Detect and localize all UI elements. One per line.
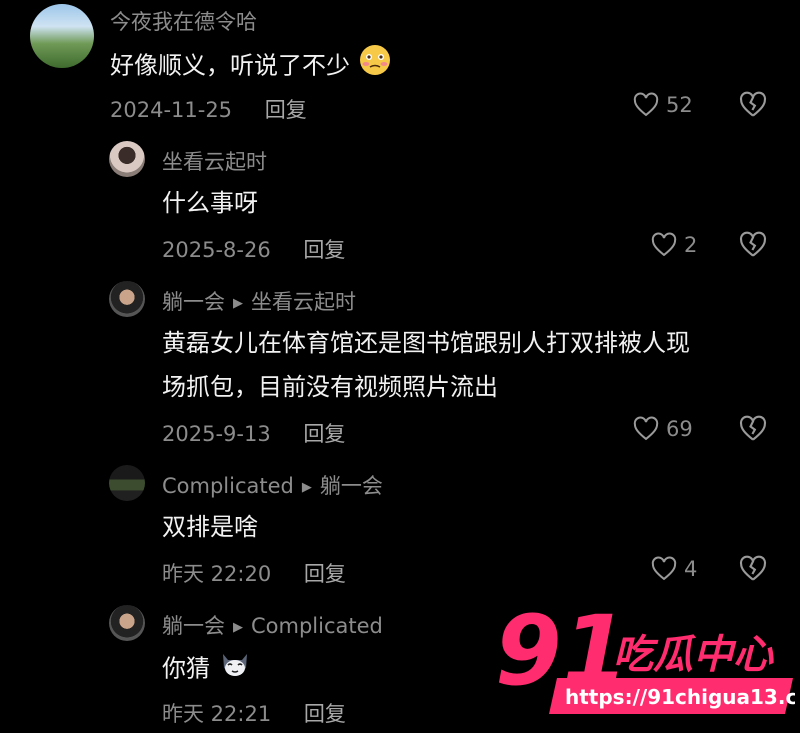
comment-text: 双排是啥	[162, 513, 258, 541]
comment-text-line-1: 黄磊女儿在体育馆还是图书馆跟别人打双排被人现	[162, 329, 690, 357]
like-count: 4	[684, 557, 698, 581]
username-row: Complicated ▶ 躺一会	[162, 470, 383, 500]
comment-date: 昨天 22:20	[162, 562, 272, 586]
like-button[interactable]: 69	[632, 415, 693, 443]
username[interactable]: Complicated	[162, 474, 294, 498]
watermark: 91 吃瓜中心 https://91chigua13.com	[495, 595, 800, 726]
heart-icon	[651, 556, 677, 581]
avatar[interactable]	[30, 4, 94, 68]
comment-meta: 昨天 22:20 回复	[162, 558, 346, 588]
username[interactable]: 坐看云起时	[162, 146, 267, 176]
username[interactable]: 躺一会	[162, 290, 225, 314]
comment-meta: 2024-11-25 回复	[110, 94, 307, 124]
like-button[interactable]: 4	[650, 555, 697, 583]
heart-icon	[651, 232, 677, 257]
comment-date: 2025-9-13	[162, 422, 271, 446]
cat-face-emoji-icon	[218, 646, 252, 693]
username[interactable]: 今夜我在德令哈	[110, 6, 257, 36]
reply-arrow-icon: ▶	[233, 295, 243, 311]
reply-arrow-icon: ▶	[233, 619, 243, 635]
comment-text-line-2: 场抓包，目前没有视频照片流出	[162, 373, 498, 401]
comment-meta: 2025-8-26 回复	[162, 234, 345, 264]
comment-text: 你猜	[162, 646, 252, 693]
reply-button[interactable]: 回复	[303, 238, 345, 262]
reply-button[interactable]: 回复	[265, 98, 307, 122]
like-count: 52	[666, 93, 693, 117]
comment-text-content: 好像顺义，听说了不少	[110, 51, 350, 80]
dislike-button[interactable]	[738, 414, 768, 448]
watermark-url: https://91chigua13.com	[565, 685, 795, 709]
dislike-button[interactable]	[738, 230, 768, 264]
like-count: 2	[684, 233, 698, 257]
reply-to-username[interactable]: 坐看云起时	[251, 290, 356, 314]
comment-date: 2024-11-25	[110, 98, 233, 122]
reply-button[interactable]: 回复	[303, 422, 345, 446]
reply-to-username[interactable]: 躺一会	[320, 474, 383, 498]
broken-heart-icon	[739, 91, 767, 117]
comment-text: 什么事呀	[162, 189, 258, 217]
heart-icon	[633, 416, 659, 441]
avatar[interactable]	[109, 465, 145, 501]
comment-date: 2025-8-26	[162, 238, 271, 262]
comment-text-content: 你猜	[162, 654, 210, 683]
reply-button[interactable]: 回复	[304, 562, 346, 586]
username-row: 躺一会 ▶ 坐看云起时	[162, 286, 356, 316]
username-row: 躺一会 ▶ Complicated	[162, 610, 383, 640]
dislike-button[interactable]	[738, 554, 768, 588]
reply-button[interactable]: 回复	[304, 702, 346, 726]
dislike-button[interactable]	[738, 90, 768, 124]
comment-date: 昨天 22:21	[162, 702, 272, 726]
like-count: 69	[666, 417, 693, 441]
avatar[interactable]	[109, 141, 145, 177]
embarrassed-face-emoji-icon	[358, 43, 392, 90]
avatar[interactable]	[109, 605, 145, 641]
broken-heart-icon	[739, 231, 767, 257]
username[interactable]: 躺一会	[162, 614, 225, 638]
avatar[interactable]	[109, 281, 145, 317]
watermark-brand-name: 吃瓜中心	[613, 632, 774, 678]
like-button[interactable]: 52	[632, 91, 693, 119]
comment-text: 好像顺义，听说了不少	[110, 43, 392, 90]
broken-heart-icon	[739, 555, 767, 581]
heart-icon	[633, 92, 659, 117]
reply-to-username[interactable]: Complicated	[251, 614, 383, 638]
comment-meta: 昨天 22:21 回复	[162, 698, 346, 728]
reply-arrow-icon: ▶	[301, 479, 312, 495]
comment-meta: 2025-9-13 回复	[162, 418, 345, 448]
broken-heart-icon	[739, 415, 767, 441]
like-button[interactable]: 2	[650, 231, 697, 259]
